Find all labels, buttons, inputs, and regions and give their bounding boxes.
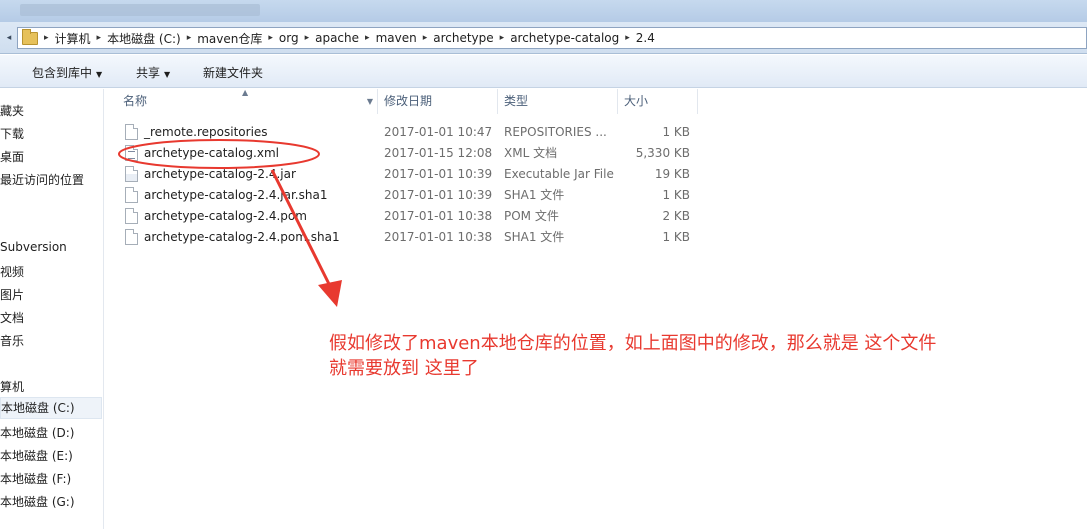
file-date: 2017-01-01 10:39: [384, 167, 493, 181]
chevron-right-icon[interactable]: ▸: [305, 33, 310, 43]
file-icon: [125, 208, 138, 224]
nav-item-drive-d[interactable]: 本地磁盘 (D:): [0, 424, 74, 441]
share-label: 共享: [136, 66, 161, 80]
chevron-right-icon[interactable]: ▸: [44, 33, 49, 43]
nav-item-subversion[interactable]: Subversion: [0, 240, 67, 254]
file-type: Executable Jar File: [504, 167, 614, 181]
file-date: 2017-01-01 10:39: [384, 188, 493, 202]
breadcrumb-apache[interactable]: apache: [315, 31, 359, 45]
file-row[interactable]: archetype-catalog-2.4.jar.sha1 2017-01-0…: [105, 185, 705, 206]
address-box[interactable]: ▸ 计算机 ▸ 本地磁盘 (C:) ▸ maven仓库 ▸ org ▸ apac…: [17, 27, 1087, 49]
column-size-label: 大小: [624, 94, 649, 108]
chevron-right-icon[interactable]: ▸: [187, 33, 192, 43]
breadcrumb-archetype[interactable]: archetype: [433, 31, 493, 45]
file-size: 1 KB: [662, 125, 690, 139]
chevron-right-icon[interactable]: ▸: [97, 33, 102, 43]
file-name: archetype-catalog-2.4.pom: [144, 209, 307, 223]
nav-item-pictures[interactable]: 图片: [0, 286, 24, 303]
file-icon: [125, 229, 138, 245]
chevron-right-icon[interactable]: ▸: [423, 33, 428, 43]
annotation-note: 假如修改了maven本地仓库的位置，如上面图中的修改，那么就是 这个文件 就需要…: [329, 331, 1049, 381]
file-date: 2017-01-01 10:47: [384, 125, 493, 139]
nav-item-drive-g[interactable]: 本地磁盘 (G:): [0, 493, 75, 510]
annotation-line-2: 就需要放到 这里了: [329, 358, 479, 379]
file-name: archetype-catalog-2.4.jar.sha1: [144, 188, 328, 202]
file-type: SHA1 文件: [504, 188, 565, 202]
column-header-name[interactable]: 名称 ▲ ▼: [105, 88, 378, 114]
command-toolbar: 包含到库中 ▼ 共享 ▼ 新建文件夹: [0, 55, 1087, 88]
blurred-title: [20, 4, 260, 16]
column-header-type[interactable]: 类型: [498, 89, 618, 114]
column-date-label: 修改日期: [384, 94, 433, 108]
folder-icon: [22, 28, 38, 45]
jar-file-icon: [125, 166, 138, 182]
file-type: XML 文档: [504, 146, 558, 160]
include-in-library-label: 包含到库中: [32, 66, 93, 80]
window-title-strip: [0, 0, 1087, 22]
file-row[interactable]: archetype-catalog.xml 2017-01-15 12:08 X…: [105, 143, 705, 164]
file-row[interactable]: archetype-catalog-2.4.pom.sha1 2017-01-0…: [105, 227, 705, 248]
sort-up-icon: ▲: [242, 88, 249, 97]
chevron-right-icon[interactable]: ▸: [365, 33, 370, 43]
breadcrumb-version[interactable]: 2.4: [636, 31, 655, 45]
file-name: archetype-catalog-2.4.jar: [144, 167, 296, 181]
chevron-down-icon: ▼: [164, 70, 171, 79]
breadcrumb-maven[interactable]: maven: [376, 31, 417, 45]
chevron-right-icon[interactable]: ▸: [500, 33, 505, 43]
new-folder-button[interactable]: 新建文件夹: [203, 64, 263, 81]
nav-item-drive-e[interactable]: 本地磁盘 (E:): [0, 447, 73, 464]
include-in-library-button[interactable]: 包含到库中 ▼: [32, 64, 102, 81]
file-name: archetype-catalog-2.4.pom.sha1: [144, 230, 340, 244]
column-header-size[interactable]: 大小: [618, 89, 698, 114]
breadcrumb-computer[interactable]: 计算机: [55, 30, 91, 47]
column-type-label: 类型: [504, 94, 529, 108]
file-type: REPOSITORIES ...: [504, 125, 607, 139]
nav-item-computer[interactable]: 算机: [0, 378, 24, 395]
nav-item-downloads[interactable]: 下载: [0, 125, 24, 142]
file-date: 2017-01-15 12:08: [384, 146, 493, 160]
nav-item-music[interactable]: 音乐: [0, 332, 24, 349]
chevron-right-icon[interactable]: ▸: [268, 33, 273, 43]
nav-item-desktop[interactable]: 桌面: [0, 148, 24, 165]
file-size: 1 KB: [662, 230, 690, 244]
chevron-down-icon: ▼: [96, 70, 103, 79]
file-name: _remote.repositories: [144, 125, 268, 139]
file-icon: [125, 187, 138, 203]
share-button[interactable]: 共享 ▼: [136, 64, 170, 81]
file-type: SHA1 文件: [504, 230, 565, 244]
file-size: 2 KB: [662, 209, 690, 223]
breadcrumb-drive-c[interactable]: 本地磁盘 (C:): [107, 30, 181, 47]
file-list: 名称 ▲ ▼ 修改日期 类型 大小 _remote.repositories 2…: [105, 88, 1087, 529]
file-row[interactable]: archetype-catalog-2.4.jar 2017-01-01 10:…: [105, 164, 705, 185]
nav-item-videos[interactable]: 视频: [0, 263, 24, 280]
file-size: 1 KB: [662, 188, 690, 202]
new-folder-label: 新建文件夹: [203, 66, 264, 80]
breadcrumb-archetype-catalog[interactable]: archetype-catalog: [510, 31, 619, 45]
breadcrumb-org[interactable]: org: [279, 31, 299, 45]
chevron-down-icon[interactable]: ▼: [367, 89, 373, 114]
back-arrow-icon[interactable]: ◂: [2, 28, 16, 48]
nav-item-favorites[interactable]: 藏夹: [0, 102, 24, 119]
file-icon: [125, 124, 138, 140]
file-size: 19 KB: [654, 167, 690, 181]
file-row[interactable]: archetype-catalog-2.4.pom 2017-01-01 10:…: [105, 206, 705, 227]
address-bar: ◂ ▸ 计算机 ▸ 本地磁盘 (C:) ▸ maven仓库 ▸ org ▸ ap…: [0, 22, 1087, 54]
column-header-date[interactable]: 修改日期: [378, 89, 498, 114]
file-date: 2017-01-01 10:38: [384, 230, 493, 244]
column-name-label: 名称: [123, 94, 148, 108]
file-size: 5,330 KB: [635, 146, 690, 160]
file-type: POM 文件: [504, 209, 559, 223]
breadcrumb-maven-repo[interactable]: maven仓库: [197, 30, 262, 47]
navigation-pane: 藏夹 下载 桌面 最近访问的位置 Subversion 视频 图片 文档 音乐 …: [0, 89, 104, 529]
annotation-line-1: 假如修改了maven本地仓库的位置，如上面图中的修改，那么就是 这个文件: [329, 333, 937, 354]
file-row[interactable]: _remote.repositories 2017-01-01 10:47 RE…: [105, 122, 705, 143]
file-date: 2017-01-01 10:38: [384, 209, 493, 223]
nav-item-recent-places[interactable]: 最近访问的位置: [0, 171, 84, 188]
xml-file-icon: [125, 145, 138, 161]
nav-item-documents[interactable]: 文档: [0, 309, 24, 326]
file-name: archetype-catalog.xml: [144, 146, 279, 160]
nav-item-drive-f[interactable]: 本地磁盘 (F:): [0, 470, 71, 487]
nav-item-drive-c[interactable]: 本地磁盘 (C:): [0, 397, 102, 419]
chevron-right-icon[interactable]: ▸: [625, 33, 630, 43]
